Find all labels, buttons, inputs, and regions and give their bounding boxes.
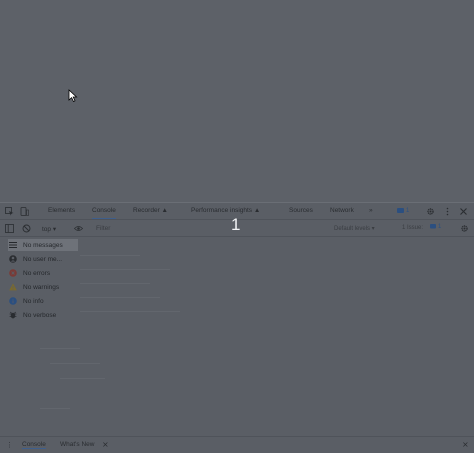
sidebar-item-warnings[interactable]: No warnings <box>8 281 78 293</box>
sidebar-item-messages[interactable]: No messages <box>8 239 78 251</box>
settings-gear-icon[interactable] <box>426 207 435 216</box>
sidebar-item-user-messages[interactable]: No user me... <box>8 253 78 265</box>
log-levels-dropdown[interactable]: Default levels ▾ <box>334 225 375 232</box>
drawer-tab-console[interactable]: Console <box>22 441 46 449</box>
devtools-drawer: ⋮ Console What's New × × <box>0 436 474 453</box>
sidebar-item-label: No messages <box>23 241 63 249</box>
user-icon <box>8 255 17 264</box>
filter-input[interactable]: Filter <box>90 223 240 235</box>
tab-sources[interactable]: Sources <box>289 207 313 219</box>
more-options-icon[interactable] <box>443 207 452 216</box>
inspect-element-icon[interactable] <box>5 207 14 216</box>
sidebar-item-label: No info <box>23 297 44 305</box>
issues-badge[interactable]: 1 <box>430 224 441 230</box>
clear-console-icon[interactable] <box>22 224 31 233</box>
issues-badge-count: 1 <box>438 224 442 230</box>
sidebar-item-info[interactable]: No info <box>8 295 78 307</box>
tab-network[interactable]: Network <box>330 207 354 219</box>
warning-icon <box>8 283 17 292</box>
device-toolbar-icon[interactable] <box>20 207 29 216</box>
more-tabs-button[interactable]: » <box>369 207 373 219</box>
sidebar-item-label: No user me... <box>23 255 63 263</box>
info-icon <box>8 297 17 306</box>
devtools-panel: Elements Console Recorder ▲ Performance … <box>0 202 474 453</box>
console-settings-gear-icon[interactable] <box>460 224 469 233</box>
sidebar-item-errors[interactable]: No errors <box>8 267 78 279</box>
context-selector[interactable]: top ▾ <box>42 225 56 233</box>
tab-elements[interactable]: Elements <box>48 207 75 219</box>
live-expression-eye-icon[interactable] <box>74 224 83 233</box>
close-devtools-icon[interactable] <box>459 207 468 216</box>
sidebar-item-label: No warnings <box>23 283 60 291</box>
sidebar-item-label: No verbose <box>23 311 57 319</box>
list-icon <box>8 241 17 250</box>
message-badge-count: 1 <box>406 208 410 214</box>
close-whats-new-icon[interactable]: × <box>102 440 109 449</box>
sidebar-toggle-icon[interactable] <box>5 224 14 233</box>
mouse-cursor-icon <box>68 89 78 103</box>
close-drawer-icon[interactable]: × <box>462 440 469 449</box>
drawer-menu-icon[interactable]: ⋮ <box>6 441 13 449</box>
issues-counter[interactable]: 1 Issue: <box>402 225 423 231</box>
sidebar-item-label: No errors <box>23 269 51 277</box>
console-sidebar: No messages No user me... No errors No w… <box>8 239 78 439</box>
sidebar-item-verbose[interactable]: No verbose <box>8 309 78 321</box>
tab-recorder[interactable]: Recorder ▲ <box>133 207 168 219</box>
issue-message-icon <box>430 224 436 229</box>
message-icon <box>397 208 404 213</box>
page-viewport <box>0 0 474 202</box>
step-number-overlay: 1 <box>231 215 241 234</box>
error-icon <box>8 269 17 278</box>
bug-icon <box>8 311 17 320</box>
tab-console[interactable]: Console <box>92 207 116 219</box>
drawer-tab-whats-new[interactable]: What's New <box>60 441 94 448</box>
message-badge[interactable]: 1 <box>397 206 409 216</box>
tab-performance-insights[interactable]: Performance insights ▲ <box>191 207 260 219</box>
